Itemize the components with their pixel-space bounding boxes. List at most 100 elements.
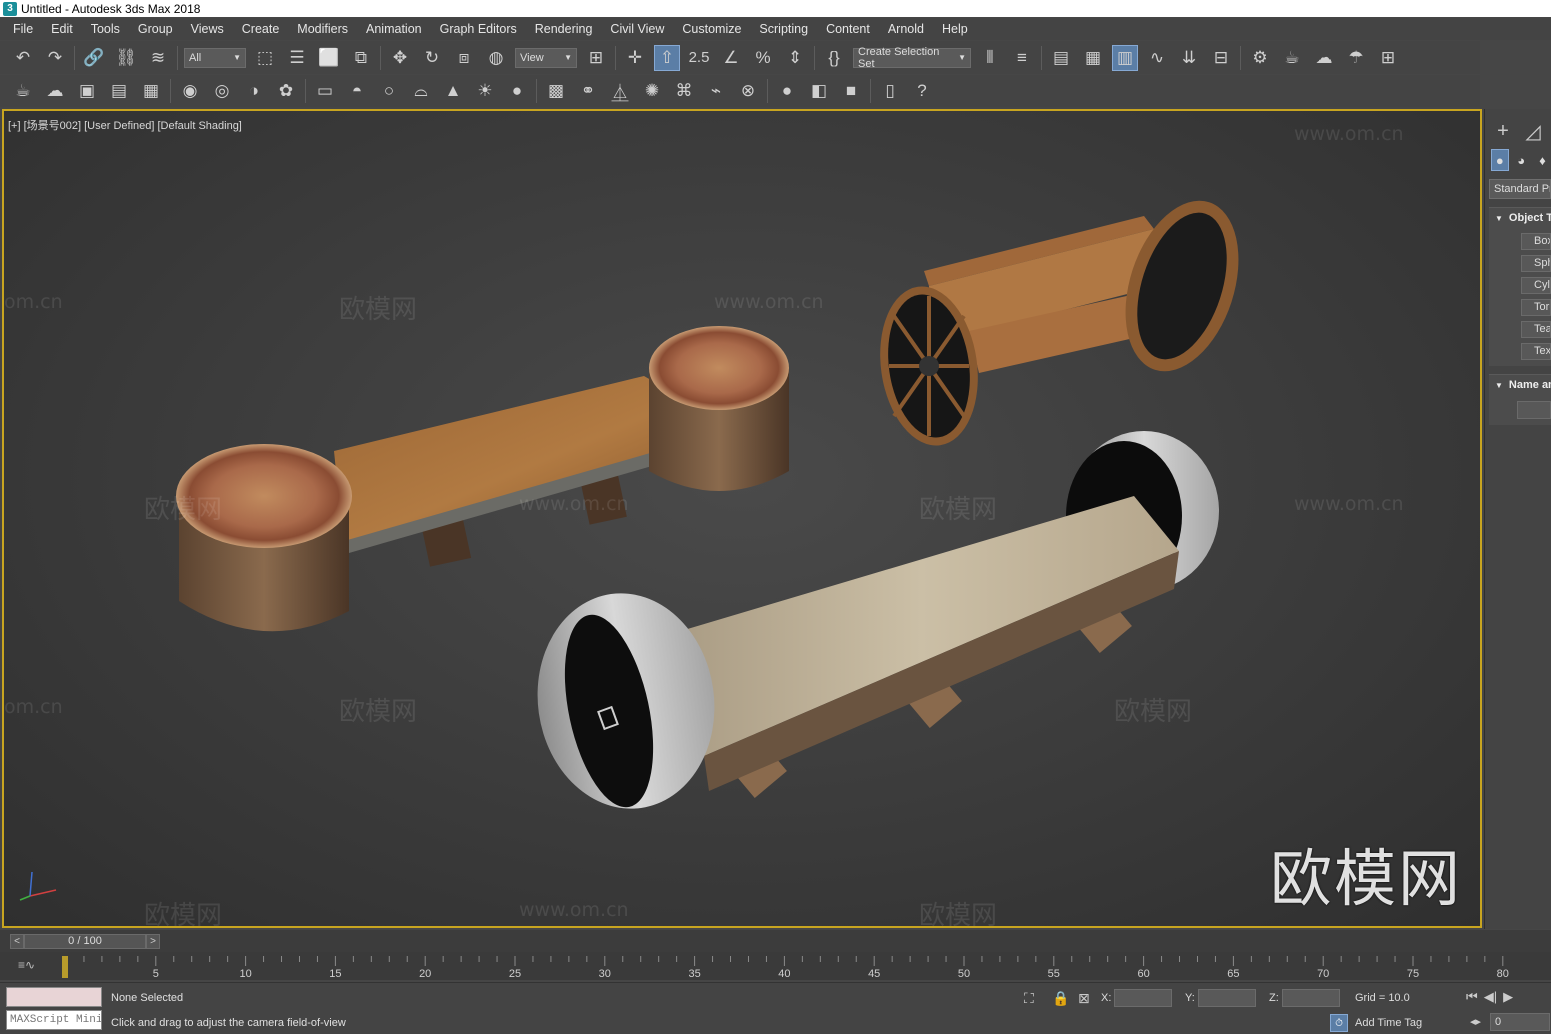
help-icon[interactable]: ? — [909, 78, 935, 104]
mirror-icon[interactable]: ⫴ — [977, 45, 1003, 71]
render-setup-icon[interactable]: ⚙ — [1247, 45, 1273, 71]
scene-canvas[interactable] — [4, 111, 1480, 926]
render-production-icon[interactable]: ☁ — [1311, 45, 1337, 71]
lock-icon[interactable]: 🔒 — [1052, 990, 1069, 1007]
current-frame-marker[interactable] — [62, 956, 68, 978]
menu-create[interactable]: Create — [233, 18, 289, 40]
select-by-name-icon[interactable]: ☰ — [284, 45, 310, 71]
spot-light-icon[interactable]: ▲ — [440, 78, 466, 104]
cylinder-button[interactable]: Cylinder — [1521, 277, 1551, 294]
menu-scripting[interactable]: Scripting — [750, 18, 817, 40]
menu-graph-editors[interactable]: Graph Editors — [431, 18, 526, 40]
key-mode-icon[interactable]: ◂▸ — [1470, 1015, 1481, 1028]
angle-snap-icon[interactable]: ∠ — [718, 45, 744, 71]
name-color-rollout-header[interactable]: ▼Name and Color — [1489, 375, 1551, 395]
percent-snap-icon[interactable]: % — [750, 45, 776, 71]
go-to-start-icon[interactable]: ⏮ — [1466, 989, 1478, 1005]
scene-explorer-icon[interactable]: ▤ — [1048, 45, 1074, 71]
text-button[interactable]: Text — [1521, 343, 1551, 360]
curve-editor-icon[interactable]: ∿ — [1144, 45, 1170, 71]
shapes-category-icon[interactable]: ◕ — [1513, 149, 1530, 171]
align-icon[interactable]: ≡ — [1009, 45, 1035, 71]
effects-icon[interactable]: ✿ — [273, 78, 299, 104]
material-sphere-icon[interactable]: ● — [774, 78, 800, 104]
menu-rendering[interactable]: Rendering — [526, 18, 602, 40]
current-frame-field[interactable]: 0 — [1490, 1013, 1550, 1031]
time-slider-thumb[interactable]: 0 / 100 — [24, 933, 146, 949]
scale-icon[interactable]: ⧈ — [451, 45, 477, 71]
menu-animation[interactable]: Animation — [357, 18, 431, 40]
schematic-view-icon[interactable]: ⇊ — [1176, 45, 1202, 71]
frame-ruler[interactable]: 5 10 15 20 25 30 35 40 45 50 55 60 65 70… — [60, 952, 1551, 980]
tripod-icon[interactable]: ⏅ — [607, 78, 633, 104]
render-iterative-icon[interactable]: ☂ — [1343, 45, 1369, 71]
rendered-frame-window-icon[interactable]: ☕ — [1279, 45, 1305, 71]
mini-curve-editor-icon[interactable]: ≡∿ — [18, 958, 35, 972]
time-tag-icon[interactable]: ⏱ — [1330, 1014, 1348, 1032]
object-type-rollout-header[interactable]: ▼Object Type — [1489, 208, 1551, 228]
proxy-icon[interactable]: ▩ — [543, 78, 569, 104]
link-icon[interactable]: 🔗 — [81, 45, 107, 71]
hair-fur-icon[interactable]: ⌁ — [703, 78, 729, 104]
undo-icon[interactable]: ↶ — [10, 45, 36, 71]
viewport-label[interactable]: [+] [场景号002] [User Defined] [Default Sha… — [8, 117, 242, 133]
menu-help[interactable]: Help — [933, 18, 977, 40]
status-color-swatch[interactable] — [6, 987, 102, 1007]
absolute-mode-icon[interactable]: ⊠ — [1078, 990, 1090, 1007]
object-name-input[interactable] — [1517, 401, 1551, 419]
perspective-viewport[interactable]: [+] [场景号002] [User Defined] [Default Sha… — [2, 109, 1482, 928]
torus-button[interactable]: Torus — [1521, 299, 1551, 316]
grass-icon[interactable]: ⌘ — [671, 78, 697, 104]
select-manipulate-icon[interactable]: ✛ — [622, 45, 648, 71]
edit-named-selection-icon[interactable]: {} — [821, 45, 847, 71]
mesh-light-icon[interactable]: ⌓ — [408, 78, 434, 104]
z-coordinate-field[interactable] — [1282, 989, 1340, 1007]
material-library-icon[interactable]: ◧ — [806, 78, 832, 104]
track-bar[interactable]: ≡∿ 5 10 15 20 25 30 35 40 45 50 55 60 65… — [0, 952, 1551, 980]
render-list-icon[interactable]: ▤ — [106, 78, 132, 104]
render-in-cloud-icon[interactable]: ⊞ — [1375, 45, 1401, 71]
primitive-type-dropdown[interactable]: Standard Primitives — [1489, 179, 1551, 199]
exposure-icon[interactable]: ◑ — [241, 78, 267, 104]
lights-category-icon[interactable]: ♦ — [1534, 149, 1551, 171]
play-icon[interactable]: ▶ — [1503, 989, 1513, 1005]
menu-customize[interactable]: Customize — [673, 18, 750, 40]
cloud-icon[interactable]: ☁ — [42, 78, 68, 104]
modify-tab-icon[interactable]: ◿ — [1521, 119, 1545, 143]
isolate-selection-icon[interactable]: ⛶ — [1024, 990, 1034, 1007]
wagon-wheel-bench-model[interactable] — [870, 186, 1258, 452]
selection-filter-dropdown[interactable]: All ▼ — [184, 47, 246, 68]
render-frame-icon[interactable]: ▣ — [74, 78, 100, 104]
menu-content[interactable]: Content — [817, 18, 879, 40]
window-crossing-icon[interactable]: ⧉ — [348, 45, 374, 71]
place-icon[interactable]: ◍ — [483, 45, 509, 71]
material-editor-icon[interactable]: ⊟ — [1208, 45, 1234, 71]
next-frame-button[interactable]: > — [146, 933, 160, 949]
camera-icon[interactable]: ◎ — [209, 78, 235, 104]
move-icon[interactable]: ✥ — [387, 45, 413, 71]
menu-modifiers[interactable]: Modifiers — [288, 18, 357, 40]
pivot-center-icon[interactable]: ⊞ — [583, 45, 609, 71]
maxscript-listener-input[interactable]: MAXScript Mini — [6, 1010, 102, 1030]
unlink-icon[interactable]: ⛓ — [113, 45, 139, 71]
gear-icon[interactable]: ✺ — [639, 78, 665, 104]
layer-explorer-icon[interactable]: ▦ — [1080, 45, 1106, 71]
rotate-icon[interactable]: ↻ — [419, 45, 445, 71]
light-lister-icon[interactable]: ◉ — [177, 78, 203, 104]
named-selection-set-dropdown[interactable]: Create Selection Set ▼ — [853, 46, 971, 70]
x-coordinate-field[interactable] — [1114, 989, 1172, 1007]
rectangular-selection-icon[interactable]: ⬜ — [316, 45, 342, 71]
render-table-icon[interactable]: ▦ — [138, 78, 164, 104]
menu-views[interactable]: Views — [182, 18, 233, 40]
add-time-tag-button[interactable]: Add Time Tag — [1355, 1017, 1422, 1029]
menu-file[interactable]: File — [4, 18, 42, 40]
time-slider[interactable]: < 0 / 100 > — [0, 930, 1551, 952]
plane-light-icon[interactable]: ▭ — [312, 78, 338, 104]
redo-icon[interactable]: ↷ — [42, 45, 68, 71]
teapot-button[interactable]: Teapot — [1521, 321, 1551, 338]
dome-light-icon[interactable]: ◓ — [344, 78, 370, 104]
sphere-button[interactable]: Sphere — [1521, 255, 1551, 272]
ribbon-toggle-icon[interactable]: ▥ — [1112, 44, 1138, 71]
sun-icon[interactable]: ☀ — [472, 78, 498, 104]
select-object-icon[interactable]: ⬚ — [252, 45, 278, 71]
